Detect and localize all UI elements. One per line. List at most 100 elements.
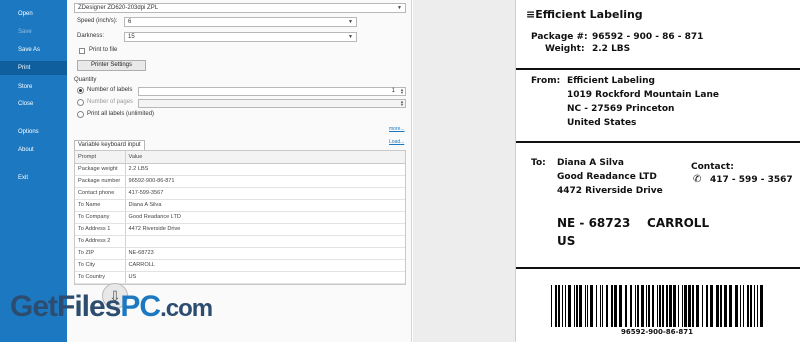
- barcode-bar: [587, 285, 588, 327]
- barcode-bar: [600, 285, 601, 327]
- barcode-bar: [662, 285, 664, 327]
- barcode-bar: [611, 285, 613, 327]
- prompt-cell: To City: [75, 259, 126, 272]
- value-cell[interactable]: [125, 235, 405, 248]
- sidebar-item-save[interactable]: Save: [0, 25, 67, 39]
- table-row[interactable]: To Address 1 4472 Riverside Drive: [75, 223, 405, 236]
- to-line: Good Readance LTD: [557, 172, 657, 182]
- barcode-bar: [579, 285, 582, 327]
- table-row[interactable]: To ZIP NE-68723: [75, 247, 405, 260]
- value-cell[interactable]: 417-599-3567: [125, 187, 405, 200]
- spin-arrows-icon[interactable]: ▲ ▼: [400, 100, 404, 107]
- prompt-cell: To Address 2: [75, 235, 126, 248]
- barcode-bar: [682, 285, 683, 327]
- barcode-bar: [551, 285, 552, 327]
- value-cell[interactable]: CARROLL: [125, 259, 405, 272]
- prompt-cell: Package weight: [75, 163, 126, 176]
- watermark-logo: GetFilesPC.com: [10, 290, 213, 324]
- barcode-bar: [562, 285, 563, 327]
- speed-select-value: 6: [128, 19, 132, 25]
- barcode-bar: [757, 285, 758, 327]
- table-row[interactable]: To Country US: [75, 271, 405, 284]
- number-of-pages-radio[interactable]: [77, 99, 84, 106]
- value-cell[interactable]: 4472 Riverside Drive: [125, 223, 405, 236]
- sidebar-item-print[interactable]: Print: [0, 61, 67, 75]
- barcode-bar: [740, 285, 741, 327]
- table-row[interactable]: Package weight 2.2 LBS: [75, 163, 405, 176]
- sidebar-item-about[interactable]: About: [0, 143, 67, 157]
- number-of-labels-radio[interactable]: [77, 87, 84, 94]
- table-row[interactable]: Contact phone 417-599-3567: [75, 187, 405, 200]
- table-row[interactable]: To Name Diana A Silva: [75, 199, 405, 212]
- barcode-bar: [590, 285, 593, 327]
- barcode-bar: [619, 285, 622, 327]
- barcode-bar: [750, 285, 752, 327]
- watermark-part: PC: [120, 290, 161, 323]
- barcode-bar: [585, 285, 586, 327]
- print-to-file-label: Print to file: [89, 47, 118, 53]
- table-row[interactable]: To City CARROLL: [75, 259, 405, 272]
- sidebar-item-open[interactable]: Open: [0, 7, 67, 21]
- table-row[interactable]: Package number 96592-900-86-871: [75, 175, 405, 188]
- more-link[interactable]: more...: [389, 126, 405, 132]
- print-all-label: Print all labels (unlimited): [87, 111, 155, 117]
- speed-select[interactable]: 6 ▼: [124, 17, 357, 27]
- value-cell[interactable]: 2.2 LBS: [125, 163, 405, 176]
- zip-city: NE - 68723 CARROLL: [557, 216, 710, 230]
- weight-value: 2.2 LBS: [592, 44, 631, 54]
- value-cell[interactable]: Diana A Silva: [125, 199, 405, 212]
- barcode-bar: [614, 285, 617, 327]
- sidebar-item-close[interactable]: Close: [0, 97, 67, 111]
- chevron-down-icon: ▼: [397, 5, 402, 11]
- label-divider: [516, 267, 800, 269]
- contact-value: 417 - 599 - 3567: [710, 175, 793, 185]
- quantity-label: Quantity: [74, 77, 97, 83]
- table-row[interactable]: To Address 2: [75, 235, 405, 248]
- barcode-bar: [684, 285, 687, 327]
- sidebar-item-exit[interactable]: Exit: [0, 171, 67, 185]
- barcode-bar: [724, 285, 727, 327]
- print-to-file-checkbox[interactable]: [79, 48, 85, 54]
- value-cell[interactable]: US: [125, 271, 405, 284]
- barcode-bar: [635, 285, 636, 327]
- weight-key: Weight:: [545, 44, 585, 54]
- to-line: Diana A Silva: [557, 158, 624, 168]
- barcode-bar: [625, 285, 627, 327]
- value-cell[interactable]: NE-68723: [125, 247, 405, 260]
- spin-arrows-icon[interactable]: ▲ ▼: [400, 88, 404, 95]
- printer-settings-button[interactable]: Printer Settings: [77, 60, 146, 71]
- print-all-radio[interactable]: [77, 111, 84, 118]
- variable-input-table: Prompt Value Package weight 2.2 LBS Packa…: [74, 150, 406, 285]
- sidebar-item-options[interactable]: Options: [0, 125, 67, 139]
- barcode-bar: [754, 285, 755, 327]
- barcode-bar: [659, 285, 661, 327]
- watermark-part: .com: [160, 295, 213, 322]
- barcode-bar: [657, 285, 658, 327]
- printer-select[interactable]: ZDesigner ZD620-203dpi ZPL ▼: [74, 3, 406, 13]
- table-row[interactable]: To Company Good Readance LTD: [75, 211, 405, 224]
- number-of-labels-value: 1: [391, 88, 395, 94]
- prompt-cell: To Name: [75, 199, 126, 212]
- from-line: Efficient Labeling: [567, 76, 655, 86]
- value-cell[interactable]: Good Readance LTD: [125, 211, 405, 224]
- barcode-bar: [688, 285, 691, 327]
- prompt-cell: To Address 1: [75, 223, 126, 236]
- number-of-pages-stepper[interactable]: ▲ ▼: [138, 99, 406, 108]
- darkness-select[interactable]: 15 ▼: [124, 32, 357, 42]
- sidebar-item-store[interactable]: Store: [0, 80, 67, 94]
- prompt-cell: Contact phone: [75, 187, 126, 200]
- package-number-value: 96592 - 900 - 86 - 871: [592, 32, 704, 42]
- load-link[interactable]: Load...: [389, 139, 404, 145]
- barcode-bar: [565, 285, 566, 327]
- barcode-bar: [673, 285, 676, 327]
- country: US: [557, 234, 576, 248]
- chevron-down-icon: ▼: [348, 34, 353, 40]
- barcode-bar: [678, 285, 679, 327]
- number-of-labels-stepper[interactable]: 1 ▲ ▼: [138, 87, 406, 96]
- value-cell[interactable]: 96592-900-86-871: [125, 175, 405, 188]
- sidebar-item-save-as[interactable]: Save As: [0, 43, 67, 57]
- barcode-bar: [637, 285, 639, 327]
- tab-variable-keyboard-input[interactable]: Variable keyboard input: [74, 140, 145, 150]
- barcode-bar: [666, 285, 668, 327]
- label-brand: ≡Efficient Labeling: [526, 8, 643, 21]
